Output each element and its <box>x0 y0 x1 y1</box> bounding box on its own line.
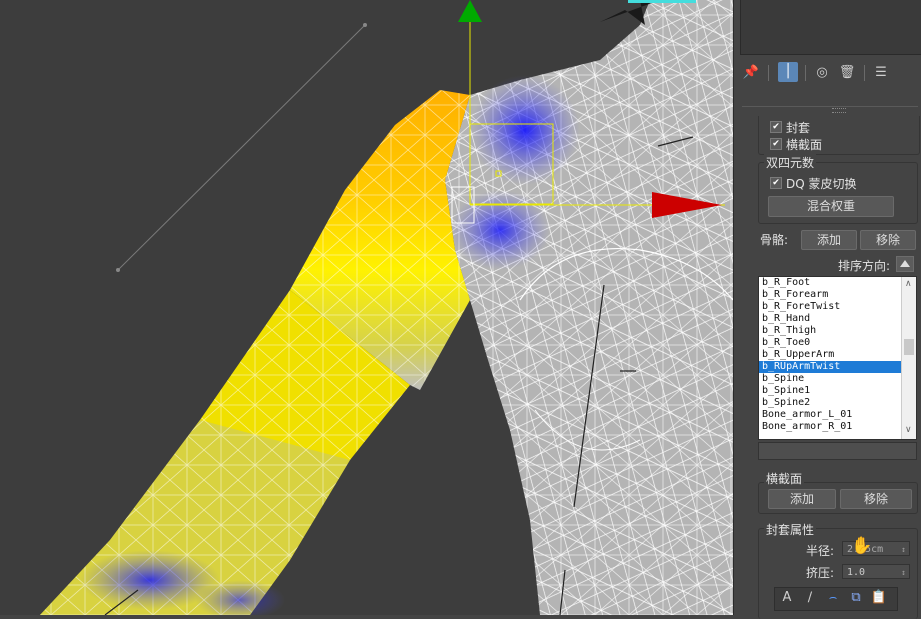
bone-list-item[interactable]: b_R_ForeTwist <box>759 301 916 313</box>
bone-list-item[interactable]: b_R_Forearm <box>759 289 916 301</box>
bone-list-item[interactable]: b_Spine2 <box>759 397 916 409</box>
scrollbar-thumb[interactable] <box>904 339 914 355</box>
make-unique-icon[interactable]: ◎ <box>813 63 831 83</box>
sort-direction-label: 排序方向: <box>838 259 891 273</box>
reference-point <box>363 23 367 27</box>
triangle-up-icon <box>900 260 910 267</box>
weight-blue-armpit <box>450 190 550 270</box>
weight-blue-shoulder <box>470 75 580 185</box>
remove-cross-section-button[interactable]: 移除 <box>840 489 912 509</box>
pin-stack-icon[interactable]: 📌 <box>742 63 760 83</box>
cross-section-label: 横截面 <box>786 138 823 152</box>
bone-list-item[interactable]: b_R_UpperArm <box>759 349 916 361</box>
bone-list-item[interactable]: b_R_Thigh <box>759 325 916 337</box>
splitter-grip[interactable] <box>832 108 846 113</box>
toolbar-divider <box>805 65 806 81</box>
viewport-canvas[interactable] <box>0 0 733 615</box>
sort-direction-button[interactable] <box>896 256 914 272</box>
remove-bone-button[interactable]: 移除 <box>860 230 916 250</box>
viewport-marker <box>628 0 696 3</box>
paste-icon[interactable]: 📋 <box>870 588 888 608</box>
bone-list-item[interactable]: Bone_armor_L_01 <box>759 409 916 421</box>
envelope-visible-icon[interactable]: ∕ <box>801 588 819 608</box>
chevron-up-icon[interactable]: ∧ <box>905 279 912 289</box>
squash-label: 挤压: <box>806 566 835 580</box>
add-bone-button[interactable]: 添加 <box>801 230 857 250</box>
squash-spinner[interactable]: 1.0 ↕ <box>842 564 910 579</box>
viewport[interactable] <box>0 0 733 615</box>
envelope-label: 封套 <box>786 121 811 135</box>
gizmo-y-arrow[interactable] <box>458 0 482 22</box>
configure-sets-icon[interactable]: ☰ <box>872 63 890 83</box>
spinner-arrows-icon[interactable]: ↕ <box>901 542 906 557</box>
squash-value: 1.0 <box>847 567 866 578</box>
remove-modifier-icon[interactable]: 🗑 <box>838 63 856 83</box>
dq-skinning-toggle-checkbox[interactable]: ✔ <box>770 177 782 189</box>
chevron-down-icon[interactable]: ∨ <box>905 425 912 435</box>
show-end-result-icon[interactable]: │ <box>778 62 798 82</box>
bone-list-item[interactable]: b_R_Hand <box>759 313 916 325</box>
dq-skinning-toggle-label: DQ 蒙皮切换 <box>786 177 857 191</box>
bone-list[interactable]: b_R_Foot b_R_Forearm b_R_ForeTwist b_R_Hand… <box>758 276 917 440</box>
copy-icon[interactable]: ⧉ <box>847 588 865 608</box>
falloff-curve-icon[interactable]: ⌢ <box>824 588 842 608</box>
modifier-stack-list[interactable] <box>740 0 921 55</box>
bone-list-item[interactable]: b_Spine <box>759 373 916 385</box>
bone-list-items: b_R_Foot b_R_Forearm b_R_ForeTwist b_R_Hand… <box>759 277 916 433</box>
bones-label: 骨骼: <box>760 233 789 247</box>
envelope-properties-title: 封套属性 <box>764 521 817 538</box>
bone-list-item[interactable]: Bone_armor_R_01 <box>759 421 916 433</box>
reference-point <box>116 268 120 272</box>
cross-section-title: 横截面 <box>764 470 805 487</box>
envelope-checkbox[interactable]: ✔ <box>770 121 782 133</box>
absolute-relative-icon[interactable]: A <box>778 588 796 608</box>
cross-section-checkbox[interactable]: ✔ <box>770 138 782 150</box>
bone-list-item[interactable]: b_R_Foot <box>759 277 916 289</box>
bone-list-item[interactable]: b_R_Toe0 <box>759 337 916 349</box>
blend-weights-button[interactable]: 混合权重 <box>768 196 894 217</box>
add-cross-section-button[interactable]: 添加 <box>768 489 836 509</box>
radius-label: 半径: <box>806 544 835 558</box>
hand-cursor-icon: ✋ <box>851 536 873 556</box>
command-panel: 📌 │ ◎ 🗑 ☰ ✔ 封套 ✔ 横截面 双四元数 ✔ DQ 蒙皮切换 混合权重… <box>733 0 921 619</box>
panel-splitter[interactable] <box>742 106 918 107</box>
toolbar-divider <box>768 65 769 81</box>
dual-quaternion-title: 双四元数 <box>764 154 817 171</box>
bone-list-item[interactable]: b_RUpArmTwist <box>759 361 916 373</box>
bone-list-scrollbar[interactable]: ∧ ∨ <box>901 277 916 439</box>
bone-list-item[interactable]: b_Spine1 <box>759 385 916 397</box>
toolbar-divider <box>864 65 865 81</box>
display-checkbox-group <box>758 116 920 155</box>
spinner-arrows-icon[interactable]: ↕ <box>901 565 906 580</box>
bone-name-field[interactable] <box>758 442 917 460</box>
